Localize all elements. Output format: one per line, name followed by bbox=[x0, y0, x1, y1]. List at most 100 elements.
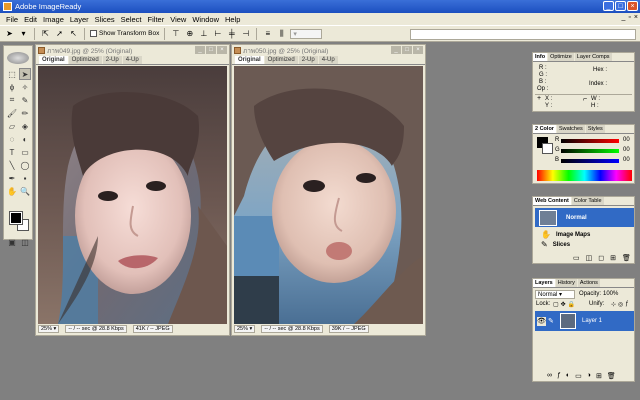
green-slider[interactable] bbox=[561, 149, 619, 153]
tab-optimized[interactable]: Optimized bbox=[68, 56, 102, 64]
marquee-tool-icon[interactable]: ⬚ bbox=[6, 68, 18, 80]
tab-color-table[interactable]: Color Table bbox=[571, 197, 604, 205]
doc-minimize-button[interactable]: _ bbox=[622, 14, 626, 21]
blend-mode-dropdown[interactable]: Normal ▾ bbox=[535, 290, 575, 299]
align-center-icon[interactable]: ╪ bbox=[226, 28, 237, 39]
doc-minimize-button[interactable]: _ bbox=[391, 46, 401, 54]
eyedropper-color-icon[interactable]: ▪ bbox=[19, 172, 31, 184]
menu-slices[interactable]: Slices bbox=[92, 15, 118, 24]
lasso-tool-icon[interactable]: ϕ bbox=[6, 81, 18, 93]
tab-styles[interactable]: Styles bbox=[585, 125, 605, 133]
align-bottom-icon[interactable]: ⊥ bbox=[198, 28, 209, 39]
adjustment-icon[interactable]: ◑ bbox=[587, 372, 591, 380]
slice-visibility-icon[interactable]: ◫ bbox=[19, 236, 31, 248]
menu-filter[interactable]: Filter bbox=[145, 15, 168, 24]
new-item-icon[interactable]: ⊞ bbox=[610, 254, 616, 262]
rectangle-tool-icon[interactable]: ▭ bbox=[19, 146, 31, 158]
opacity-value[interactable]: 100% bbox=[603, 291, 618, 297]
document-title-bar[interactable]: ภาพ049.jpg @ 25% (Original) _ □ × bbox=[36, 45, 229, 56]
distribute-icon[interactable]: ≡ bbox=[262, 28, 273, 39]
lock-icons[interactable]: ▢ ✥ 🔒 bbox=[553, 301, 575, 308]
channel-g-value[interactable]: 00 bbox=[623, 147, 630, 153]
image-map-visibility-icon[interactable]: ▣ bbox=[6, 236, 18, 248]
tab-web-content[interactable]: Web Content bbox=[533, 197, 571, 205]
menu-edit[interactable]: Edit bbox=[21, 15, 40, 24]
select-icon[interactable]: ➚ bbox=[54, 28, 65, 39]
document-window-2[interactable]: ภาพ050.jpg @ 25% (Original) _ □ × Origin… bbox=[231, 44, 426, 336]
zoom-dropdown[interactable]: 25% ▾ bbox=[234, 324, 256, 333]
color-bg-swatch[interactable] bbox=[542, 143, 553, 154]
minimize-button[interactable]: _ bbox=[603, 1, 614, 11]
tab-layer-comps[interactable]: Layer Comps bbox=[574, 53, 612, 61]
hand-tool-icon[interactable]: ✋ bbox=[6, 185, 18, 197]
eyedropper-tool-icon[interactable]: ✒ bbox=[6, 172, 18, 184]
eye-icon[interactable]: 👁 bbox=[537, 316, 546, 326]
move-icon[interactable]: ⇱ bbox=[40, 28, 51, 39]
tab-history[interactable]: History bbox=[555, 279, 577, 287]
tab-actions[interactable]: Actions bbox=[577, 279, 600, 287]
file-size-readout[interactable]: 41K / -- JPEG bbox=[132, 324, 173, 333]
menu-file[interactable]: File bbox=[3, 15, 21, 24]
web-content-item-slices[interactable]: ✎ Slices bbox=[541, 240, 570, 249]
doc-close-button[interactable]: × bbox=[217, 46, 227, 54]
new-group-icon[interactable]: ▭ bbox=[575, 372, 582, 380]
doc-maximize-button[interactable]: □ bbox=[206, 46, 216, 54]
doc-close-button[interactable]: × bbox=[634, 14, 638, 21]
magic-wand-tool-icon[interactable]: ✧ bbox=[19, 81, 31, 93]
new-slice-icon[interactable]: ▭ bbox=[573, 254, 580, 262]
move-tool-preset-icon[interactable]: ➤ bbox=[4, 28, 15, 39]
tab-swatches[interactable]: Swatches bbox=[556, 125, 585, 133]
direct-select-icon[interactable]: ↖ bbox=[68, 28, 79, 39]
imageready-logo-icon[interactable] bbox=[7, 52, 29, 64]
tab-original[interactable]: Original bbox=[39, 56, 68, 64]
new-layer-icon[interactable]: ⊞ bbox=[596, 372, 602, 380]
doc-minimize-button[interactable]: _ bbox=[195, 46, 205, 54]
web-content-item-normal[interactable]: Normal bbox=[535, 208, 634, 227]
tab-2-up[interactable]: 2-Up bbox=[298, 56, 318, 64]
align-middle-icon[interactable]: ⊕ bbox=[184, 28, 195, 39]
align-right-icon[interactable]: ⊣ bbox=[240, 28, 251, 39]
brush-link-icon[interactable]: ✎ bbox=[548, 317, 557, 326]
tab-2-up[interactable]: 2-Up bbox=[102, 56, 122, 64]
align-left-icon[interactable]: ⊢ bbox=[212, 28, 223, 39]
fill-tool-icon[interactable]: ◈ bbox=[19, 120, 31, 132]
tab-4-up[interactable]: 4-Up bbox=[318, 56, 338, 64]
zoom-dropdown[interactable]: 25% ▾ bbox=[38, 324, 60, 333]
layer-name[interactable]: Layer 1 bbox=[582, 318, 602, 324]
dropdown-arrow-icon[interactable]: ▾ bbox=[18, 28, 29, 39]
toggle-visibility-icon[interactable]: ◻ bbox=[598, 254, 604, 262]
show-transform-box-checkbox[interactable]: Show Transform Box bbox=[90, 30, 159, 37]
delete-icon[interactable]: 🗑 bbox=[622, 254, 631, 262]
link-layers-icon[interactable]: ∞ bbox=[547, 372, 552, 380]
new-map-icon[interactable]: ◫ bbox=[586, 254, 593, 262]
ellipse-tool-icon[interactable]: ◯ bbox=[19, 159, 31, 171]
document-title-bar[interactable]: ภาพ050.jpg @ 25% (Original) _ □ × bbox=[232, 45, 425, 56]
document-canvas[interactable] bbox=[234, 66, 423, 324]
move-tool-icon[interactable]: ➤ bbox=[19, 68, 31, 80]
download-speed-readout[interactable]: -- / -- sec @ 28.8 Kbps bbox=[65, 324, 127, 333]
document-canvas[interactable] bbox=[38, 66, 227, 324]
checkbox-icon[interactable] bbox=[90, 30, 97, 37]
close-button[interactable]: × bbox=[627, 1, 638, 11]
tab-layers[interactable]: Layers bbox=[533, 279, 555, 287]
menu-help[interactable]: Help bbox=[222, 15, 243, 24]
channel-r-value[interactable]: 00 bbox=[623, 137, 630, 143]
delete-layer-icon[interactable]: 🗑 bbox=[607, 372, 616, 380]
brush-tool-icon[interactable]: 🖌 bbox=[6, 107, 18, 119]
menu-select[interactable]: Select bbox=[118, 15, 145, 24]
crop-tool-icon[interactable]: ⌗ bbox=[6, 94, 18, 106]
slice-tool-icon[interactable]: ✎ bbox=[19, 94, 31, 106]
red-slider[interactable] bbox=[561, 139, 619, 143]
line-tool-icon[interactable]: ╲ bbox=[6, 159, 18, 171]
distribute-h-icon[interactable]: ⫼ bbox=[276, 28, 287, 39]
tab-4-up[interactable]: 4-Up bbox=[122, 56, 142, 64]
layer-style-icon[interactable]: ƒ bbox=[557, 372, 561, 380]
doc-restore-button[interactable]: ▫ bbox=[628, 14, 630, 21]
file-size-readout[interactable]: 39K / -- JPEG bbox=[328, 324, 369, 333]
tab-color[interactable]: 2 Color bbox=[533, 125, 556, 133]
foreground-color-swatch[interactable] bbox=[9, 211, 23, 225]
menu-window[interactable]: Window bbox=[189, 15, 222, 24]
maximize-button[interactable]: □ bbox=[615, 1, 626, 11]
distribute-dropdown[interactable]: ▾ bbox=[290, 28, 323, 39]
layer-mask-icon[interactable]: ◐ bbox=[566, 372, 570, 380]
